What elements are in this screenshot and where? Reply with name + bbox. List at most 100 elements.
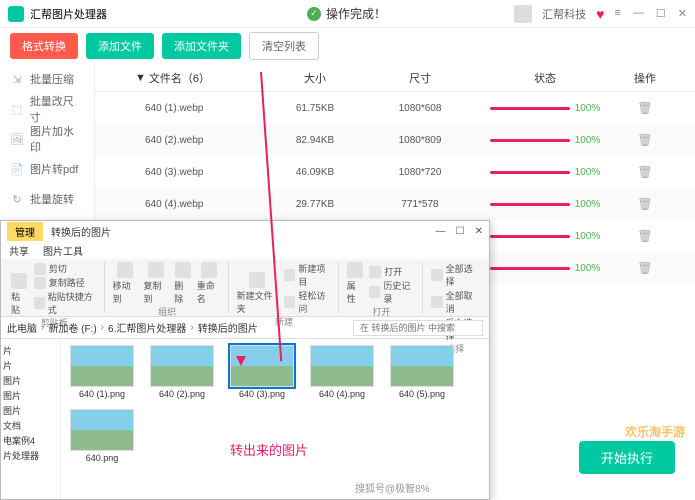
format-convert-button[interactable]: 格式转换: [10, 33, 78, 59]
delete-row-icon[interactable]: 🗑: [637, 197, 652, 211]
easy-icon: [284, 296, 295, 308]
success-banner: ✓ 操作完成！: [307, 5, 386, 22]
app-logo-icon: [8, 6, 24, 22]
explorer-tree-item[interactable]: 片: [3, 358, 58, 373]
file-item[interactable]: 640 (3).png: [227, 345, 297, 399]
ribbon-copy[interactable]: 复制到: [143, 262, 168, 305]
explorer-breadcrumb[interactable]: 此电脑› 新加卷 (F:)› 6.汇帮图片处理器› 转换后的图片: [1, 317, 489, 339]
explorer-menu: 共享 图片工具: [1, 241, 489, 259]
explorer-close-icon[interactable]: ✕: [475, 226, 483, 237]
file-explorer-window: 管理 转换后的图片 — ☐ ✕ 共享 图片工具 粘贴 剪切 复制路径 粘贴快捷方…: [0, 220, 490, 500]
table-row[interactable]: 640 (1).webp61.75KB1080*608100%🗑: [95, 92, 695, 124]
col-filename[interactable]: ▼ 文件名（6）: [95, 70, 265, 86]
ribbon-clipboard: 粘贴 剪切 复制路径 粘贴快捷方式 剪贴板: [5, 262, 105, 313]
check-icon: ✓: [307, 7, 321, 21]
ribbon-copy-path[interactable]: 复制路径: [34, 276, 98, 289]
col-status[interactable]: 状态: [475, 70, 615, 86]
ribbon-new: 新建文件夹 新建项目 轻松访问 新建: [231, 262, 339, 313]
file-thumbnail: [390, 345, 454, 387]
cut-icon: [34, 263, 46, 275]
ribbon-select-none[interactable]: 全部取消: [431, 289, 479, 315]
ribbon-new-item[interactable]: 新建项目: [284, 262, 331, 288]
table-row[interactable]: 640 (3).webp46.09KB1080*720100%🗑: [95, 156, 695, 188]
ribbon-move[interactable]: 移动到: [113, 262, 138, 305]
clear-list-button[interactable]: 清空列表: [249, 32, 319, 60]
ribbon-rename[interactable]: 重命名: [197, 262, 222, 305]
rotate-icon: ↻: [10, 192, 24, 206]
delete-row-icon[interactable]: 🗑: [637, 133, 652, 147]
progress-bar: [490, 235, 570, 238]
ribbon-easy-access[interactable]: 轻松访问: [284, 289, 331, 315]
explorer-search-input[interactable]: [353, 320, 483, 336]
close-icon[interactable]: ✕: [678, 7, 687, 20]
ribbon-paste[interactable]: 粘贴: [11, 273, 28, 316]
resize-icon: ⬚: [10, 102, 24, 116]
explorer-tree-item[interactable]: 图片: [3, 403, 58, 418]
progress-bar: [490, 171, 570, 174]
delete-row-icon[interactable]: 🗑: [637, 261, 652, 275]
col-dimension[interactable]: 尺寸: [365, 70, 475, 86]
avatar[interactable]: [514, 5, 532, 23]
col-size[interactable]: 大小: [265, 70, 365, 86]
open-icon: [369, 266, 381, 278]
explorer-titlebar[interactable]: 管理 转换后的图片 — ☐ ✕: [1, 221, 489, 241]
delete-row-icon[interactable]: 🗑: [637, 165, 652, 179]
paste-icon: [11, 273, 27, 289]
ribbon-select-all[interactable]: 全部选择: [431, 262, 479, 288]
explorer-tree-item[interactable]: 片: [3, 343, 58, 358]
file-thumbnail: [70, 345, 134, 387]
explorer-sidebar[interactable]: 片片图片图片图片文档电案例4片处理器: [1, 339, 61, 499]
add-file-button[interactable]: 添加文件: [86, 33, 154, 59]
progress-bar: [490, 203, 570, 206]
ribbon-cut[interactable]: 剪切: [34, 262, 98, 275]
minimize-icon[interactable]: —: [633, 7, 644, 20]
ribbon-props[interactable]: 属性: [347, 262, 364, 305]
ribbon-open: 属性 打开 历史记录 打开: [341, 262, 424, 313]
menu-tools[interactable]: 图片工具: [43, 243, 83, 258]
explorer-tree-item[interactable]: 图片: [3, 388, 58, 403]
compress-icon: ⇲: [10, 72, 24, 86]
settings-icon[interactable]: ≡: [614, 7, 620, 20]
add-folder-button[interactable]: 添加文件夹: [162, 33, 241, 59]
explorer-maximize-icon[interactable]: ☐: [456, 226, 465, 237]
menu-share[interactable]: 共享: [9, 243, 29, 258]
brand-text: 汇帮科技: [542, 6, 586, 22]
explorer-tree-item[interactable]: 片处理器: [3, 448, 58, 463]
sidebar-item-compress[interactable]: ⇲批量压缩: [0, 64, 94, 94]
progress-bar: [490, 107, 570, 110]
file-thumbnail: [310, 345, 374, 387]
heart-icon[interactable]: ♥: [596, 6, 604, 22]
file-item[interactable]: 640 (2).png: [147, 345, 217, 399]
ribbon-history[interactable]: 历史记录: [369, 279, 416, 305]
explorer-window-title: 转换后的图片: [43, 222, 119, 241]
explorer-minimize-icon[interactable]: —: [436, 226, 446, 237]
sidebar-item-resize[interactable]: ⬚批量改尺寸: [0, 94, 94, 124]
explorer-tree-item[interactable]: 文档: [3, 418, 58, 433]
table-row[interactable]: 640 (4).webp29.77KB771*578100%🗑: [95, 188, 695, 220]
explorer-tree-item[interactable]: 图片: [3, 373, 58, 388]
file-item[interactable]: 640 (5).png: [387, 345, 457, 399]
app-header: 汇帮图片处理器 ✓ 操作完成！ 汇帮科技 ♥ ≡ — ☐ ✕: [0, 0, 695, 28]
file-item[interactable]: 640 (4).png: [307, 345, 377, 399]
ribbon-delete[interactable]: 删除: [174, 262, 191, 305]
ribbon-paste-shortcut[interactable]: 粘贴快捷方式: [34, 290, 98, 316]
copy-icon: [148, 262, 164, 278]
delete-row-icon[interactable]: 🗑: [637, 229, 652, 243]
explorer-ribbon: 粘贴 剪切 复制路径 粘贴快捷方式 剪贴板 移动到 复制到 删除 重命名 组织 …: [1, 259, 489, 317]
explorer-tab-manage[interactable]: 管理: [7, 222, 43, 241]
sidebar-item-watermark[interactable]: 🖼图片加水印: [0, 124, 94, 154]
file-item[interactable]: 640.png: [67, 409, 137, 463]
ribbon-open-btn[interactable]: 打开: [369, 265, 416, 278]
sidebar-item-pdf[interactable]: 📄图片转pdf: [0, 154, 94, 184]
sidebar-item-rotate[interactable]: ↻批量旋转: [0, 184, 94, 214]
file-thumbnail: [230, 345, 294, 387]
success-text: 操作完成！: [326, 5, 386, 22]
selall-icon: [431, 269, 442, 281]
table-row[interactable]: 640 (2).webp82.94KB1080*809100%🗑: [95, 124, 695, 156]
file-item[interactable]: 640 (1).png: [67, 345, 137, 399]
delete-row-icon[interactable]: 🗑: [637, 101, 652, 115]
start-execute-button[interactable]: 开始执行: [579, 441, 675, 474]
explorer-tree-item[interactable]: 电案例4: [3, 433, 58, 448]
ribbon-new-folder[interactable]: 新建文件夹: [237, 272, 279, 315]
maximize-icon[interactable]: ☐: [656, 7, 666, 20]
